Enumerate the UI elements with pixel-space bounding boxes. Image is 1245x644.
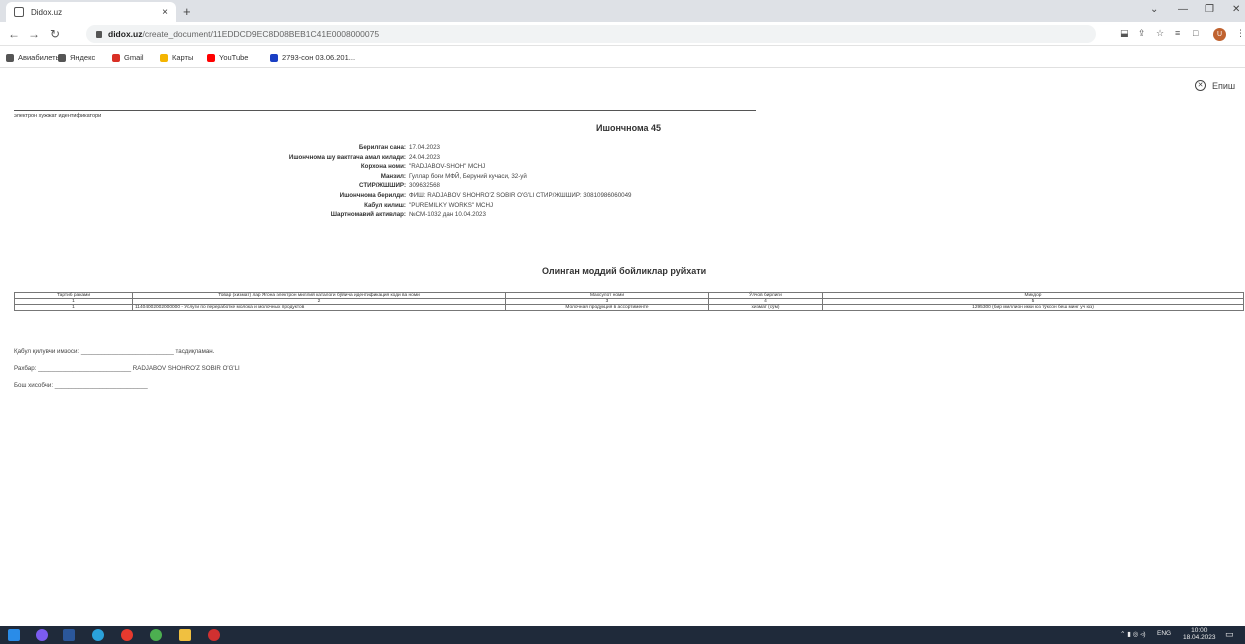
taskbar: ⌃ ▮ ◎ ◃) ENG 10:00 18.04.2023 ▭ [0, 626, 1245, 644]
lock-icon [96, 31, 102, 38]
field-label: Кабул килиш: [364, 201, 406, 209]
profile-avatar[interactable]: U [1213, 28, 1226, 41]
bookmark-label: Яндекс [70, 53, 96, 62]
maximize-icon[interactable]: ❐ [1205, 4, 1214, 15]
language-indicator[interactable]: ENG [1157, 630, 1171, 637]
field-value: "RADJABOV-SHOH" MCHJ [409, 163, 486, 171]
divider [14, 110, 756, 111]
bookmark-label: 2793-сон 03.06.201... [282, 53, 356, 62]
file-explorer-icon[interactable] [179, 629, 191, 641]
field-value: ФИШ: RADJABOV SHOHRO'Z SOBIR O'G'LI СТИР… [409, 192, 632, 199]
field-label: Ишончнома шу вактгача амал килади: [288, 153, 406, 161]
bookmark-item[interactable]: 2793-сон 03.06.201... [270, 53, 355, 62]
tab-close-icon[interactable]: × [162, 7, 168, 18]
start-windows-icon[interactable] [8, 629, 20, 641]
tab-strip: Didox.uz × + ⌄ — ❐ ✕ [0, 0, 1245, 22]
field-label: СТИР/ЖШШИР: [359, 182, 406, 190]
menu-icon[interactable]: ⋮ [1236, 28, 1245, 39]
url-field[interactable]: didox.uz/create_document/11EDDCD9EC8D08B… [86, 25, 1096, 43]
exit-label: Епиш [1212, 80, 1236, 91]
field-value: 24.04.2023 [409, 153, 440, 161]
bookmark-icon [6, 53, 14, 62]
telegram-icon[interactable] [92, 629, 104, 641]
install-icon[interactable]: ⬓ [1120, 28, 1129, 39]
accountant-signature-line: Бош хисобчи: ___________________________ [14, 382, 148, 389]
field-label: Берилган сана: [358, 144, 406, 151]
reading-list-icon[interactable]: ≡ [1175, 28, 1180, 38]
new-tab-button[interactable]: + [183, 4, 191, 19]
items-table: Тартиб раками Товар (хизмат) лар Ягона э… [14, 292, 1244, 311]
field-value: №СМ-1032 дан 10.04.2023 [409, 211, 486, 219]
table-row: 1 11404002002000000 - Услуги по перерабо… [14, 304, 1244, 311]
window-close-icon[interactable]: ✕ [1232, 4, 1240, 15]
browser-tab[interactable]: Didox.uz × [6, 2, 176, 22]
reload-icon[interactable]: ↻ [50, 27, 60, 41]
section-title: Олинган моддий бойликлар руйхати [542, 266, 707, 276]
field-label: Ишончнома берилди: [339, 192, 406, 199]
tray-icons[interactable]: ⌃ ▮ ◎ ◃) [1120, 630, 1146, 638]
side-panel-icon[interactable]: □ [1193, 28, 1198, 38]
clock[interactable]: 10:00 18.04.2023 [1183, 627, 1216, 641]
bookmark-item[interactable]: YouTube [207, 53, 248, 62]
field-value: 309632568 [409, 182, 440, 190]
bookmark-item[interactable]: Gmail [112, 53, 144, 62]
yandex-browser-icon[interactable] [121, 629, 133, 641]
app-icon[interactable] [208, 629, 220, 641]
field-value: "PUREMILKY WORKS" MCHJ [409, 201, 494, 209]
clock-date: 18.04.2023 [1183, 634, 1216, 641]
address-toolbar: ← → ↻ didox.uz/create_document/11EDDCD9E… [0, 22, 1245, 46]
field-label: Корхона номи: [360, 163, 406, 171]
bookmark-icon [207, 53, 215, 62]
bookmark-icon [160, 53, 168, 62]
bookmark-label: Авиабилеты [18, 53, 61, 62]
bookmarks-bar: Авиабилеты Яндекс Gmail Карты YouTube 2793-со… [0, 46, 1245, 68]
page-title: Ишончнома 45 [596, 123, 661, 133]
url-domain: didox.uz [108, 29, 143, 39]
back-icon[interactable]: ← [8, 27, 20, 41]
share-icon[interactable]: ⇪ [1138, 28, 1146, 39]
bookmark-icon [112, 53, 120, 62]
exit-button[interactable]: ✕ Епиш [1195, 80, 1235, 91]
page-favicon-icon [14, 7, 24, 17]
table-cell: 1295300 (бир миллион икки юз тўксон беш … [822, 304, 1244, 311]
receiver-signature-line: Қабул қилувчи имзоси: __________________… [14, 348, 215, 355]
chrome-icon[interactable] [150, 629, 162, 641]
field-label: Шартномавий активлар: [330, 211, 406, 219]
bookmark-item[interactable]: Авиабилеты [6, 53, 61, 62]
bookmark-icon [270, 53, 278, 62]
bookmark-label: Gmail [124, 53, 144, 62]
director-signature-line: Рахбар: ___________________________ RADJ… [14, 365, 240, 372]
close-circle-icon: ✕ [1195, 80, 1206, 91]
table-cell: хизмат (сўм) [708, 304, 823, 311]
bookmark-star-icon[interactable]: ☆ [1156, 28, 1164, 39]
notifications-icon[interactable]: ▭ [1225, 629, 1234, 640]
bookmark-label: Карты [172, 53, 194, 62]
assistant-icon[interactable] [36, 629, 48, 641]
tab-title: Didox.uz [31, 7, 63, 17]
field-value: 17.04.2023 [409, 144, 440, 151]
table-cell: 1 [14, 304, 133, 311]
clock-time: 10:00 [1191, 627, 1208, 634]
tab-search-icon[interactable]: ⌄ [1150, 4, 1158, 15]
bookmark-icon [58, 53, 66, 62]
bookmark-label: YouTube [219, 53, 249, 62]
table-cell: Молочная продукция в ассортименте [505, 304, 709, 311]
word-icon[interactable] [63, 629, 75, 641]
table-cell: 11404002002000000 - Услуги по переработк… [132, 304, 506, 311]
doc-id-label: электрон хужжат идентификатори [14, 113, 102, 119]
minimize-icon[interactable]: — [1178, 4, 1188, 15]
field-label: Манзил: [380, 172, 406, 180]
url-path: /create_document/11EDDCD9EC8D08BEB1C41E0… [142, 29, 380, 39]
forward-icon[interactable]: → [28, 27, 40, 41]
field-value: Гуллар боғи МФЙ, Беруний кучаси, 32-уй [409, 172, 527, 180]
bookmark-item[interactable]: Карты [160, 53, 193, 62]
bookmark-item[interactable]: Яндекс [58, 53, 95, 62]
